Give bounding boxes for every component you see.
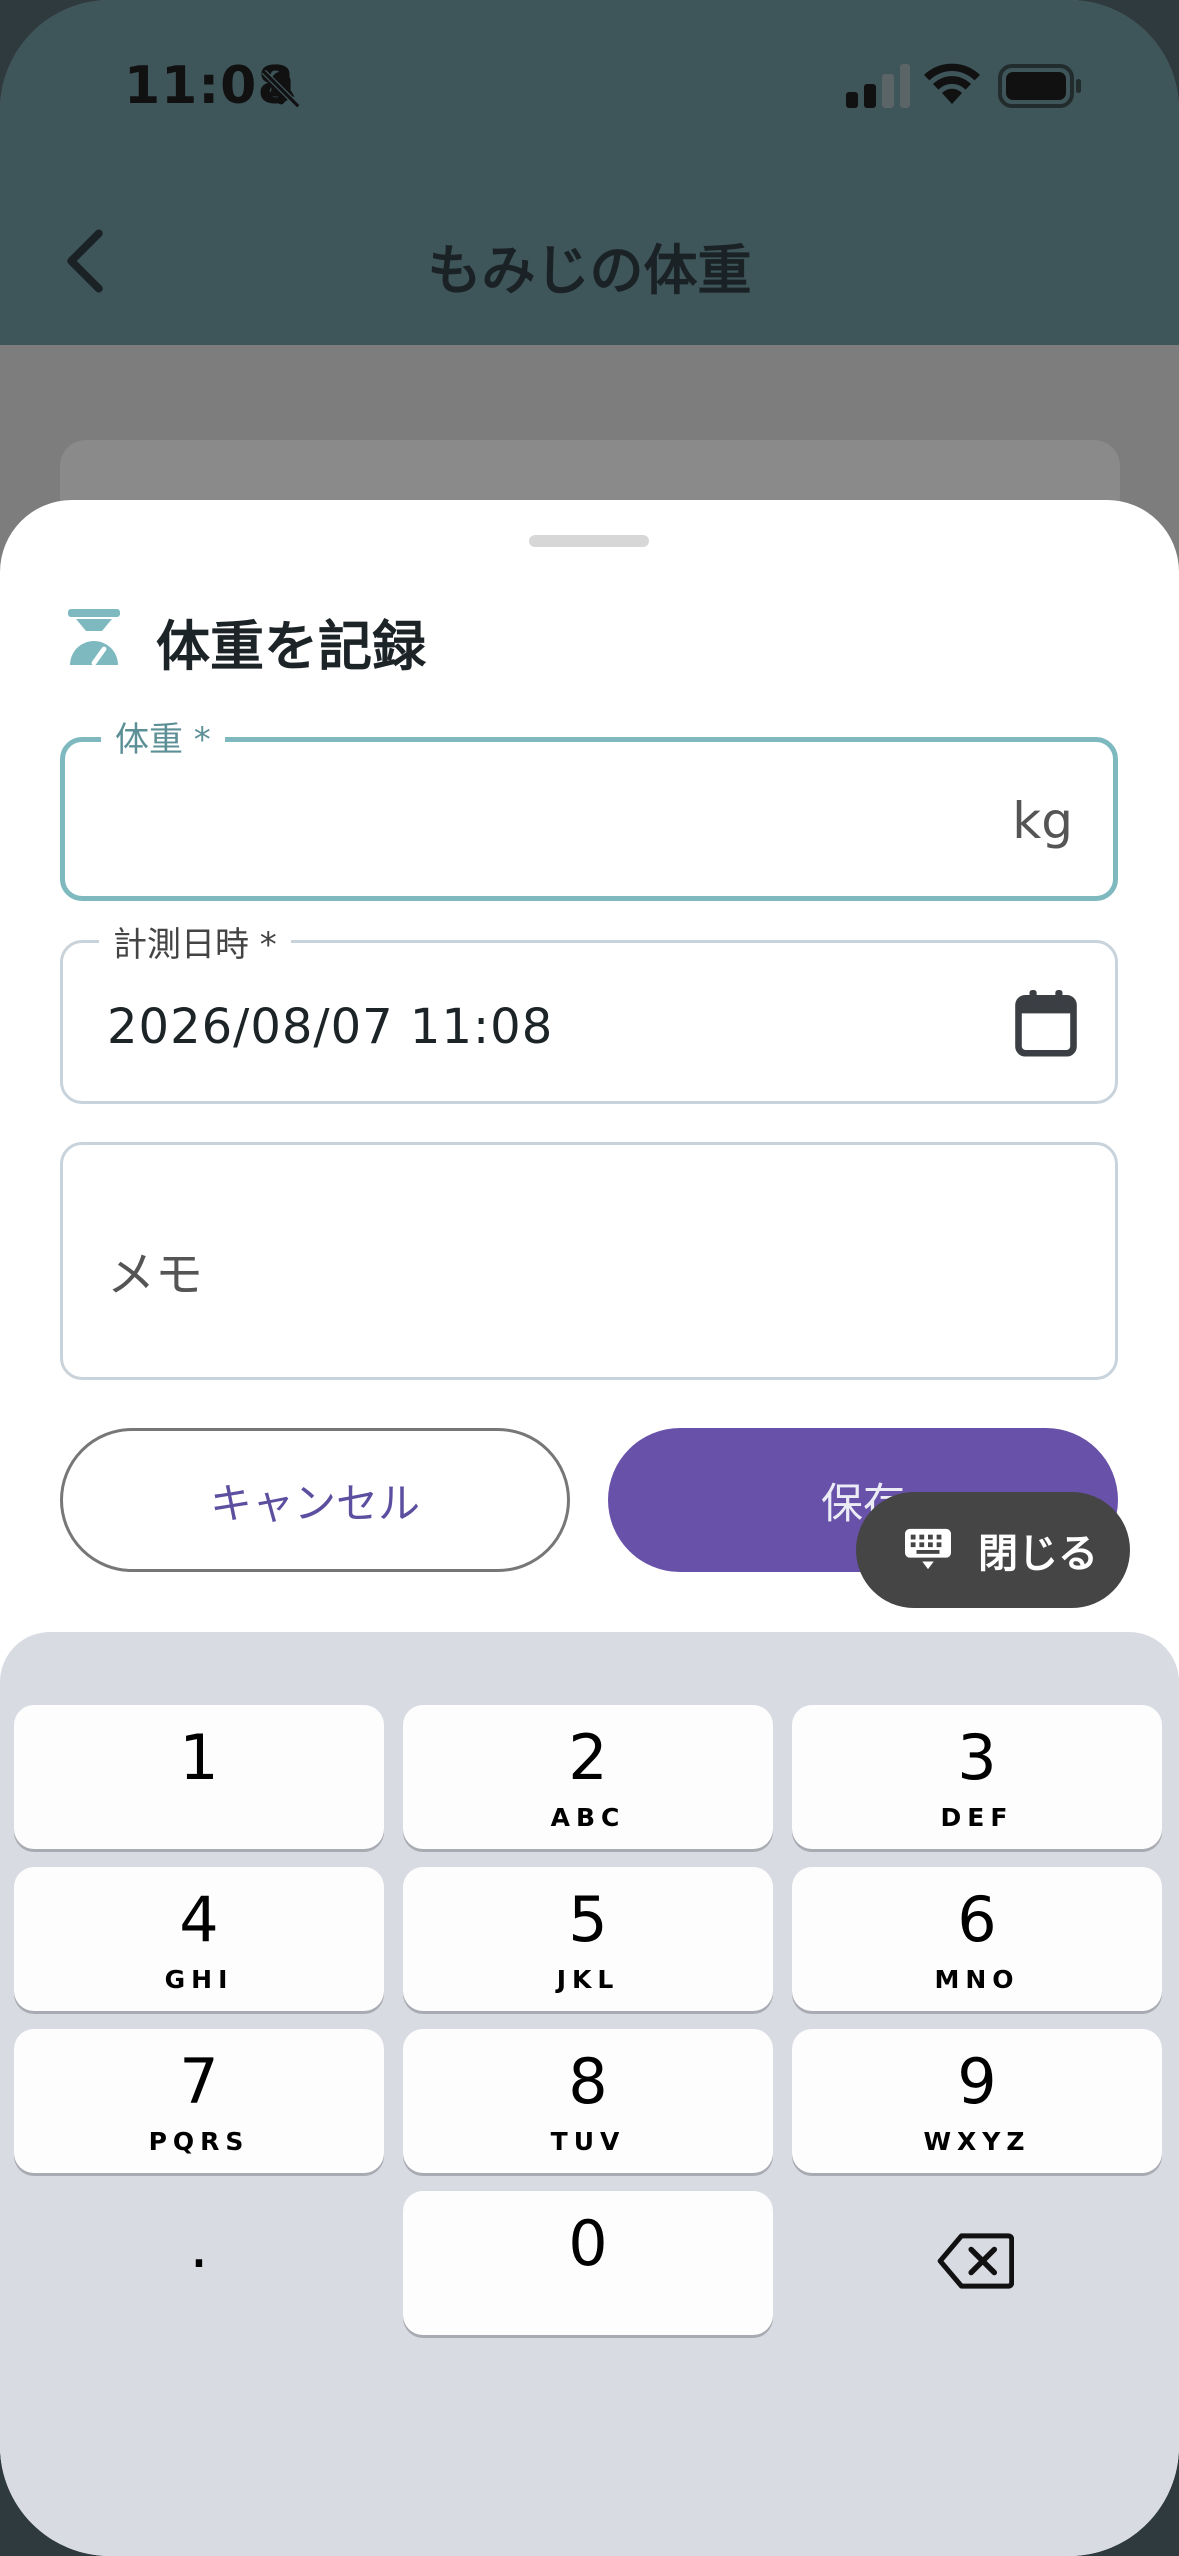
key-3[interactable]: 3 DEF [792,1705,1162,1849]
key-digit: 9 [957,2045,997,2118]
measured-datetime-field[interactable]: 計測日時 * 2026/08/07 11:08 [60,917,1118,1104]
key-decimal[interactable]: . [14,2191,384,2335]
cancel-button[interactable]: キャンセル [60,1428,570,1572]
key-letters: ABC [550,1803,626,1832]
key-digit: 1 [179,1721,219,1794]
device-screen: 11:08 もみじの体重 体重を記録 体重 * kg 計測日時 * 2026/0… [0,0,1179,2556]
key-8[interactable]: 8 TUV [403,2029,773,2173]
key-letters: TUV [550,2127,626,2156]
key-2[interactable]: 2 ABC [403,1705,773,1849]
keyboard-icon [905,1528,951,1570]
close-keyboard-label: 閉じる [978,1531,1098,1577]
key-digit: 7 [179,2045,219,2118]
key-digit: 0 [568,2207,608,2280]
backspace-icon[interactable] [936,2232,1014,2290]
key-1[interactable]: 1 [14,1705,384,1849]
datetime-field-label: 計測日時 * [99,917,291,966]
key-digit: 3 [957,1721,997,1794]
datetime-value: 2026/08/07 11:08 [107,999,554,1055]
calendar-icon[interactable] [1013,987,1079,1059]
key-digit: 8 [568,2045,608,2118]
key-digit: 6 [957,1883,997,1956]
sheet-title: 体重を記録 [156,615,426,678]
key-4[interactable]: 4 GHI [14,1867,384,2011]
page-title: もみじの体重 [427,239,752,302]
sheet-grabber[interactable] [529,535,649,547]
key-letters: MNO [934,1965,1020,1994]
app-header: 11:08 もみじの体重 [0,0,1179,345]
key-letters: JKL [556,1965,620,1994]
key-letters: GHI [164,1965,234,1994]
battery-icon [998,64,1081,108]
key-digit: . [189,2209,209,2282]
key-letters: WXYZ [923,2127,1031,2156]
key-7[interactable]: 7 PQRS [14,2029,384,2173]
weight-field-label: 体重 * [101,712,225,761]
key-digit: 2 [568,1721,608,1794]
cellular-signal-icon [846,64,910,108]
memo-placeholder: メモ [107,1247,204,1303]
bell-off-icon [261,69,301,109]
wifi-icon [924,63,980,104]
key-letters: PQRS [148,2127,250,2156]
key-0[interactable]: 0 [403,2191,773,2335]
key-digit: 4 [179,1883,219,1956]
key-letters: DEF [940,1803,1014,1832]
key-5[interactable]: 5 JKL [403,1867,773,2011]
close-keyboard-button[interactable]: 閉じる [856,1492,1130,1608]
key-9[interactable]: 9 WXYZ [792,2029,1162,2173]
memo-input[interactable]: メモ [60,1142,1118,1380]
weight-input[interactable]: 体重 * kg [60,712,1118,901]
key-digit: 5 [568,1883,608,1956]
key-6[interactable]: 6 MNO [792,1867,1162,2011]
scale-icon [68,609,120,666]
weight-unit: kg [1012,792,1073,850]
